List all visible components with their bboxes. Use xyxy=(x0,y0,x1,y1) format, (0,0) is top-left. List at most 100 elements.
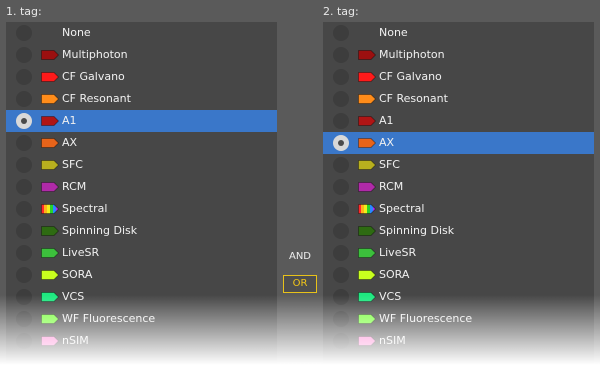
panel-2-label: 2. tag: xyxy=(323,5,359,18)
tag-option-label: None xyxy=(379,26,408,39)
tag-option-multiphoton[interactable]: Multiphoton xyxy=(6,44,277,66)
tag-icon xyxy=(358,160,376,170)
radio-button[interactable] xyxy=(333,113,349,129)
radio-button[interactable] xyxy=(16,91,32,107)
radio-button[interactable] xyxy=(16,201,32,217)
tag-option-wf-fluorescence[interactable]: WF Fluorescence xyxy=(323,308,594,330)
tag-icon xyxy=(41,138,59,148)
tag-icon xyxy=(358,182,376,192)
tag-option-spectral[interactable]: Spectral xyxy=(323,198,594,220)
tag-option-spinning-disk[interactable]: Spinning Disk xyxy=(6,220,277,242)
radio-button[interactable] xyxy=(333,333,349,349)
tag-icon xyxy=(41,314,59,324)
radio-button[interactable] xyxy=(16,47,32,63)
tag-option-cf-galvano[interactable]: CF Galvano xyxy=(323,66,594,88)
tag-option-ax[interactable]: AX xyxy=(323,132,594,154)
tag-option-vcs[interactable]: VCS xyxy=(6,286,277,308)
tag-option-nsim[interactable]: nSIM xyxy=(6,330,277,352)
radio-button[interactable] xyxy=(333,267,349,283)
panel-1-label: 1. tag: xyxy=(6,5,42,18)
radio-button[interactable] xyxy=(16,245,32,261)
tag-option-sora[interactable]: SORA xyxy=(323,264,594,286)
tag-option-label: nSIM xyxy=(62,334,89,347)
radio-button[interactable] xyxy=(16,179,32,195)
tag-icon xyxy=(358,138,376,148)
tag-icon xyxy=(41,94,59,104)
or-button[interactable]: OR xyxy=(283,275,317,293)
radio-button[interactable] xyxy=(333,157,349,173)
tag-option-livesr[interactable]: LiveSR xyxy=(6,242,277,264)
tag-icon xyxy=(358,50,376,60)
tag-icon xyxy=(41,116,59,126)
radio-button[interactable] xyxy=(333,47,349,63)
radio-button[interactable] xyxy=(333,91,349,107)
tag-option-sfc[interactable]: SFC xyxy=(323,154,594,176)
tag-option-vcs[interactable]: VCS xyxy=(323,286,594,308)
radio-button[interactable] xyxy=(333,135,349,151)
tag-list-1[interactable]: None Multiphoton CF Galvano CF Resonant A1 AX… xyxy=(6,22,277,365)
and-button[interactable]: AND xyxy=(278,251,322,262)
tag-icon xyxy=(358,248,376,258)
tag-icon xyxy=(358,336,376,346)
tag-option-cf-galvano[interactable]: CF Galvano xyxy=(6,66,277,88)
radio-button[interactable] xyxy=(16,311,32,327)
tag-option-cf-resonant[interactable]: CF Resonant xyxy=(6,88,277,110)
tag-option-spinning-disk[interactable]: Spinning Disk xyxy=(323,220,594,242)
tag-icon xyxy=(41,336,59,346)
radio-button[interactable] xyxy=(16,223,32,239)
tag-option-label: A1 xyxy=(62,114,77,127)
radio-button[interactable] xyxy=(16,333,32,349)
tag-option-label: AX xyxy=(379,136,395,149)
tag-option-nsim[interactable]: nSIM xyxy=(323,330,594,352)
radio-button[interactable] xyxy=(333,289,349,305)
tag-icon xyxy=(41,160,59,170)
radio-button[interactable] xyxy=(333,201,349,217)
tag-option-label: Spinning Disk xyxy=(62,224,138,237)
tag-list-2[interactable]: None Multiphoton CF Galvano CF Resonant A1 AX… xyxy=(323,22,594,365)
radio-button[interactable] xyxy=(16,135,32,151)
tag-icon xyxy=(41,226,59,236)
radio-button[interactable] xyxy=(16,69,32,85)
tag-option-label: VCS xyxy=(62,290,85,303)
radio-button[interactable] xyxy=(16,113,32,129)
radio-dot-icon xyxy=(338,140,344,146)
tag-icon xyxy=(358,116,376,126)
tag-option-label: Multiphoton xyxy=(379,48,445,61)
radio-button[interactable] xyxy=(333,311,349,327)
radio-button[interactable] xyxy=(333,245,349,261)
tag-option-label: None xyxy=(62,26,91,39)
tag-option-sfc[interactable]: SFC xyxy=(6,154,277,176)
tag-option-ax[interactable]: AX xyxy=(6,132,277,154)
radio-button[interactable] xyxy=(333,223,349,239)
tag-option-label: Multiphoton xyxy=(62,48,128,61)
radio-button[interactable] xyxy=(333,25,349,41)
tag-option-cf-resonant[interactable]: CF Resonant xyxy=(323,88,594,110)
tag-option-a1[interactable]: A1 xyxy=(323,110,594,132)
tag-option-a1[interactable]: A1 xyxy=(6,110,277,132)
tag-option-multiphoton[interactable]: Multiphoton xyxy=(323,44,594,66)
tag-option-sora[interactable]: SORA xyxy=(6,264,277,286)
tag-option-none[interactable]: None xyxy=(323,22,594,44)
radio-button[interactable] xyxy=(16,25,32,41)
tag-option-label: CF Galvano xyxy=(379,70,442,83)
tag-icon xyxy=(41,72,59,82)
tag-option-livesr[interactable]: LiveSR xyxy=(323,242,594,264)
tag-option-wf-fluorescence[interactable]: WF Fluorescence xyxy=(6,308,277,330)
tag-icon xyxy=(358,204,376,214)
tag-option-none[interactable]: None xyxy=(6,22,277,44)
tag-option-label: RCM xyxy=(62,180,87,193)
radio-button[interactable] xyxy=(333,69,349,85)
tag-option-label: CF Resonant xyxy=(62,92,131,105)
tag-option-rcm[interactable]: RCM xyxy=(323,176,594,198)
tag-option-label: Spectral xyxy=(62,202,108,215)
radio-button[interactable] xyxy=(16,289,32,305)
tag-icon xyxy=(41,50,59,60)
tag-icon xyxy=(358,72,376,82)
tag-option-spectral[interactable]: Spectral xyxy=(6,198,277,220)
tag-option-rcm[interactable]: RCM xyxy=(6,176,277,198)
tag-option-label: CF Galvano xyxy=(62,70,125,83)
radio-button[interactable] xyxy=(333,179,349,195)
radio-button[interactable] xyxy=(16,267,32,283)
radio-button[interactable] xyxy=(16,157,32,173)
tag-icon xyxy=(41,204,59,214)
